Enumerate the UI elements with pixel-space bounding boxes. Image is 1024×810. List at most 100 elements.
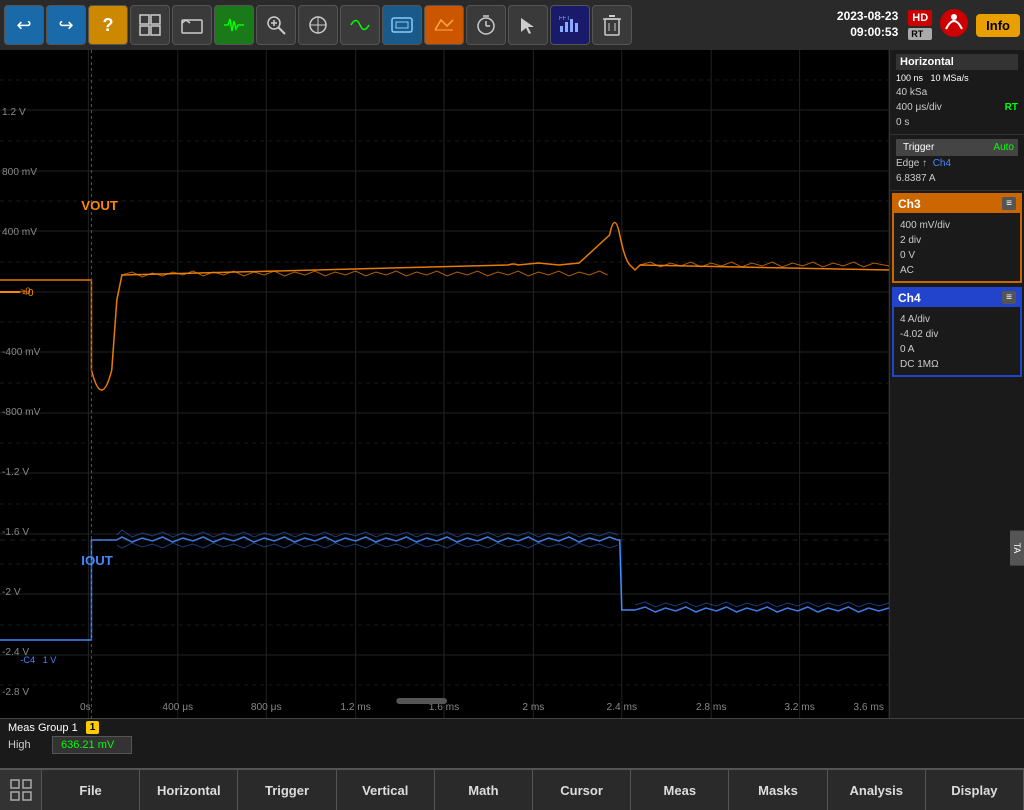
measure-button[interactable] <box>424 5 464 45</box>
meas-group-badge: 1 <box>86 721 100 734</box>
ch4-info: 4 A/div -4.02 div 0 A DC 1MΩ <box>894 309 1020 375</box>
trigger-header: Trigger Auto <box>896 139 1018 156</box>
svg-text:2.4 ms: 2.4 ms <box>607 702 637 713</box>
timer-button[interactable] <box>466 5 506 45</box>
horizontal-title: Horizontal <box>896 54 1018 70</box>
svg-text:3.6 ms: 3.6 ms <box>853 702 883 713</box>
ch4-line1: 4 A/div <box>900 312 1014 327</box>
menu-masks[interactable]: Masks <box>729 770 827 810</box>
menu-analysis[interactable]: Analysis <box>828 770 926 810</box>
time-label: 09:00:53 <box>850 25 898 41</box>
svg-text:3.2 ms: 3.2 ms <box>784 702 814 713</box>
svg-text:VOUT: VOUT <box>81 198 118 213</box>
trigger-value: 6.8387 A <box>896 171 1018 186</box>
ch3-line3: 0 V <box>900 248 1014 263</box>
horizontal-section: Horizontal 100 ns 10 MSa/s 40 kSa 400 μs… <box>890 50 1024 135</box>
svg-text:-C4: -C4 <box>20 655 35 665</box>
menu-vertical[interactable]: Vertical <box>337 770 435 810</box>
svg-text:-400 mV: -400 mV <box>2 347 41 358</box>
ch3-header: Ch3 ≡ <box>894 195 1020 213</box>
ch4-line4: DC 1MΩ <box>900 357 1014 372</box>
ch3-info: 400 mV/div 2 div 0 V AC <box>894 215 1020 281</box>
horizontal-line1: 100 ns 10 MSa/s <box>896 72 1018 85</box>
hd-badge: HD <box>908 10 932 26</box>
menu-trigger[interactable]: Trigger <box>238 770 336 810</box>
help-button[interactable]: ? <box>88 5 128 45</box>
svg-text:1.2 V: 1.2 V <box>2 107 26 118</box>
rt-badge: RT <box>908 28 932 40</box>
undo-button[interactable]: ↩ <box>4 5 44 45</box>
ch3-panel: Ch3 ≡ 400 mV/div 2 div 0 V AC <box>892 193 1022 283</box>
info-button[interactable]: Info <box>976 14 1020 37</box>
svg-text:800 μs: 800 μs <box>251 702 282 713</box>
menu-math[interactable]: Math <box>435 770 533 810</box>
status-badges: HD RT <box>908 10 932 40</box>
redo-button[interactable]: ↪ <box>46 5 86 45</box>
menu-meas[interactable]: Meas <box>631 770 729 810</box>
toolbar: ↩ ↪ ? FFT 2023-08-23 09:00:53 HD RT <box>0 0 1024 50</box>
svg-text:0s: 0s <box>80 702 91 713</box>
svg-text:400 μs: 400 μs <box>162 702 193 713</box>
ch3-line4: AC <box>900 263 1014 278</box>
horizontal-rt: 400 μs/div RT <box>896 100 1018 115</box>
svg-text:2.8 ms: 2.8 ms <box>696 702 726 713</box>
svg-text:1 V: 1 V <box>43 655 57 665</box>
meas-top: Meas Group 1 1 <box>8 721 1016 734</box>
svg-text:-1.2 V: -1.2 V <box>2 467 29 478</box>
math-button[interactable] <box>340 5 380 45</box>
svg-text:1.2 ms: 1.2 ms <box>340 702 370 713</box>
svg-text:400 mV: 400 mV <box>2 227 37 238</box>
scope-button[interactable] <box>298 5 338 45</box>
trigger-edge-label: Edge ↑ <box>896 158 927 169</box>
trigger-edge: Edge ↑ Ch4 <box>896 156 1018 171</box>
h-rt: RT <box>1005 100 1018 115</box>
waveform-svg: ≈0 0s 400 μs 800 μs 1.2 ms 1.6 ms <box>0 50 889 718</box>
ch4-line3: 0 A <box>900 342 1014 357</box>
trigger-auto: Auto <box>993 142 1014 153</box>
svg-text:-2 V: -2 V <box>2 587 21 598</box>
delete-button[interactable] <box>592 5 632 45</box>
ch3-menu-button[interactable]: ≡ <box>1002 197 1016 210</box>
menu-display[interactable]: Display <box>926 770 1024 810</box>
ch4-line2: -4.02 div <box>900 327 1014 342</box>
ch3-line2: 2 div <box>900 233 1014 248</box>
svg-text:FFT: FFT <box>559 16 570 22</box>
ch4-title: Ch4 <box>898 291 921 305</box>
ta-area: TA <box>890 379 1024 718</box>
meas-value: 636.21 mV <box>52 736 132 754</box>
h-div: 400 μs/div <box>896 100 942 115</box>
right-panel: Horizontal 100 ns 10 MSa/s 40 kSa 400 μs… <box>889 50 1024 718</box>
fft-button[interactable]: FFT <box>550 5 590 45</box>
trigger-title: Trigger <box>900 141 937 154</box>
h-samplerate: 10 MSa/s <box>931 73 969 83</box>
waveform-button[interactable] <box>214 5 254 45</box>
menu-bar: File Horizontal Trigger Vertical Math Cu… <box>0 768 1024 810</box>
ch4-header: Ch4 ≡ <box>894 289 1020 307</box>
horizontal-line5: 0 s <box>896 115 1018 130</box>
svg-text:-1.6 V: -1.6 V <box>2 527 29 538</box>
menu-cursor[interactable]: Cursor <box>533 770 631 810</box>
datetime-display: 2023-08-23 09:00:53 <box>837 9 898 40</box>
svg-text:-800 mV: -800 mV <box>2 407 41 418</box>
meas-bottom: High 636.21 mV <box>8 736 1016 754</box>
svg-text:-2.8 V: -2.8 V <box>2 687 29 698</box>
menu-horizontal[interactable]: Horizontal <box>140 770 238 810</box>
open-button[interactable] <box>172 5 212 45</box>
grid-menu-button[interactable] <box>0 770 42 810</box>
svg-text:2 ms: 2 ms <box>522 702 544 713</box>
horizontal-line2: 40 kSa <box>896 85 1018 100</box>
menu-file[interactable]: File <box>42 770 140 810</box>
date-label: 2023-08-23 <box>837 9 898 25</box>
main-area: ≈0 0s 400 μs 800 μs 1.2 ms 1.6 ms <box>0 50 1024 718</box>
logo-icon <box>938 7 970 44</box>
pattern-button[interactable] <box>382 5 422 45</box>
zoom-button[interactable] <box>256 5 296 45</box>
svg-text:800 mV: 800 mV <box>2 167 37 178</box>
layout-button[interactable] <box>130 5 170 45</box>
cursor-button[interactable] <box>508 5 548 45</box>
h-timescale: 100 ns <box>896 73 923 83</box>
svg-text:≈0: ≈0 <box>20 286 30 296</box>
ch4-menu-button[interactable]: ≡ <box>1002 291 1016 304</box>
meas-bar: Meas Group 1 1 High 636.21 mV <box>0 718 1024 768</box>
scope-display[interactable]: ≈0 0s 400 μs 800 μs 1.2 ms 1.6 ms <box>0 50 889 718</box>
